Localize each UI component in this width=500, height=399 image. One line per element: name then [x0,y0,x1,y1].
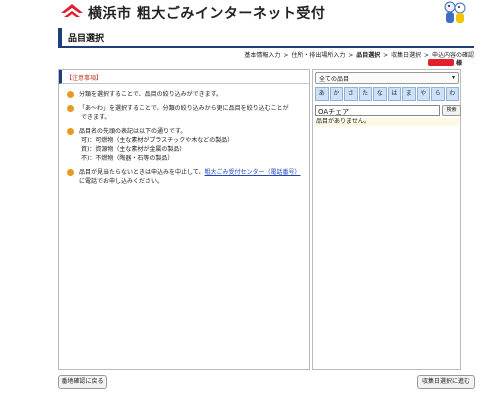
breadcrumb-separator: > [424,52,430,59]
notice-header: 【注意事項】 [59,70,309,84]
breadcrumb-step-collection-date: 収集日選択 [391,52,422,59]
notice-item: 品目名の先頭の表記は以下の通りです。 可)：可燃物（主な素材がプラスチックや木な… [67,127,303,163]
no-results-message: 品目がありません。 [315,118,459,126]
kana-filter-ha[interactable]: は [387,87,401,101]
breadcrumb-step-item-select: 品目選択 [356,52,381,59]
next-to-collection-date-button[interactable]: 収集日選択に進む [417,375,475,389]
notice-prefix-burnable: 可)：可燃物（主な素材がプラスチックや木などの製品） [81,137,234,144]
user-name-redacted [428,59,454,66]
notice-item: 分類を選択することで、品目の絞り込みができます。 [67,90,303,99]
notice-prefix-nonburnable: 不)：不燃物（陶器・石等の製品） [81,155,174,162]
notice-prefix-resource: 資)：資源物（主な素材が金属の製品） [81,146,186,153]
notice-list: 分類を選択することで、品目の絞り込みができます。 「あ～わ」を選択することで、分… [59,84,309,186]
item-search-panel: 全ての品目 ▾ あ か さ た な は ま や ら わ OAチェア 検索 品目が… [312,69,461,370]
breadcrumb-step-address: 住所・排出場所入力 [291,52,346,59]
kana-filter-row: あ か さ た な は ま や ら わ [315,87,459,101]
yokohama-logo-icon [60,3,84,21]
chevron-down-icon: ▾ [451,74,455,81]
header: 横浜市 粗大ごみインターネット受付 [0,0,500,26]
kana-filter-ya[interactable]: や [416,87,430,101]
bullet-icon [67,105,74,112]
page-title: 品目選択 [68,34,105,44]
notice-text: 分類を選択することで、品目の絞り込みができます。 [79,91,222,98]
category-select-value: 全ての品目 [319,76,350,83]
bullet-icon [67,169,74,176]
breadcrumb-separator: > [283,52,289,59]
kana-filter-ta[interactable]: た [358,87,372,101]
notice-item: 「あ～わ」を選択することで、分類の絞り込みから更に品目を絞り込むことが できます… [67,104,303,122]
notice-item: 品目が見当たらないときは申込みを中止して、粗大ごみ受付センター（電話番号） に電話… [67,168,303,186]
notice-panel: 【注意事項】 分類を選択することで、品目の絞り込みができます。 「あ～わ」を選択… [58,69,310,370]
page-title-bar: 品目選択 [58,28,474,48]
breadcrumb: 基本情報入力 > 住所・排出場所入力 > 品目選択 > 収集日選択 > 申込内容… [244,50,474,59]
notice-text: 品目名の先頭の表記は以下の通りです。 [79,128,187,135]
breadcrumb-separator: > [383,52,389,59]
search-button[interactable]: 検索 [442,105,461,116]
breadcrumb-separator: > [348,52,354,59]
mascot-icon [444,1,466,23]
bullet-icon [67,128,74,135]
breadcrumb-step-basic-info: 基本情報入力 [244,52,281,59]
bullet-icon [67,91,74,98]
kana-filter-ka[interactable]: か [329,87,343,101]
kana-filter-na[interactable]: な [373,87,387,101]
item-search-input[interactable]: OAチェア [315,105,440,116]
kana-filter-wa[interactable]: わ [445,87,459,101]
notice-text-after-link: に電話でお申し込みください。 [79,178,164,185]
category-select[interactable]: 全ての品目 ▾ [315,72,459,84]
notice-text-continued: できます。 [81,114,111,121]
notice-text: 「あ～わ」を選択することで、分類の絞り込みから更に品目を絞り込むことが [79,105,289,112]
kana-filter-ma[interactable]: ま [402,87,416,101]
back-to-address-button[interactable]: 番地確認に戻る [58,375,107,389]
breadcrumb-step-confirm: 申込内容の確認 [431,52,474,59]
site-title: 横浜市 粗大ごみインターネット受付 [88,6,326,22]
help-center-phone-link[interactable]: 粗大ごみ受付センター（電話番号） [205,169,301,176]
kana-filter-ra[interactable]: ら [431,87,445,101]
kana-filter-a[interactable]: あ [315,87,329,101]
kana-filter-sa[interactable]: さ [344,87,358,101]
notice-text: 品目が見当たらないときは申込みを中止して、 [79,169,205,176]
user-honorific: 様 [456,60,463,67]
